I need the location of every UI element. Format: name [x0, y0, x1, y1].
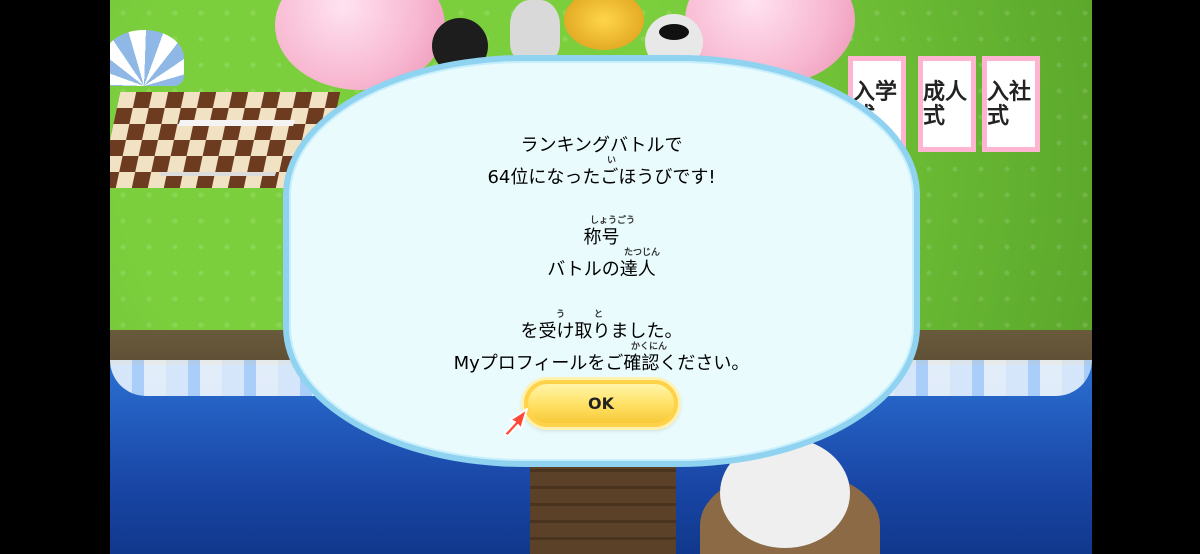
ok-button-label: OK [588, 394, 614, 413]
dialog-line-3: 称号 [583, 227, 620, 248]
character-chef [510, 0, 560, 62]
dialog-line-2: 64位になったごほうびです! [487, 167, 716, 188]
ok-button[interactable]: OK [524, 380, 678, 427]
wooden-dock [530, 455, 676, 554]
ceremony-sign-3: 入社式 [982, 56, 1040, 152]
dialog-line-4: バトルの達人 [547, 259, 656, 280]
letterbox-left [0, 0, 110, 554]
dialog-line-6: Myプロフィールをご確認ください。 [453, 353, 750, 374]
ceremony-sign-2: 成人式 [918, 56, 976, 152]
dialog-line-5: を受け取りました。 [520, 321, 683, 342]
hand-pointer-icon [503, 408, 528, 437]
letterbox-right [1090, 0, 1200, 554]
lounge-chair [159, 120, 296, 176]
dialog-line-1: ランキングバトルで [520, 135, 683, 156]
beach-umbrella [110, 30, 184, 86]
